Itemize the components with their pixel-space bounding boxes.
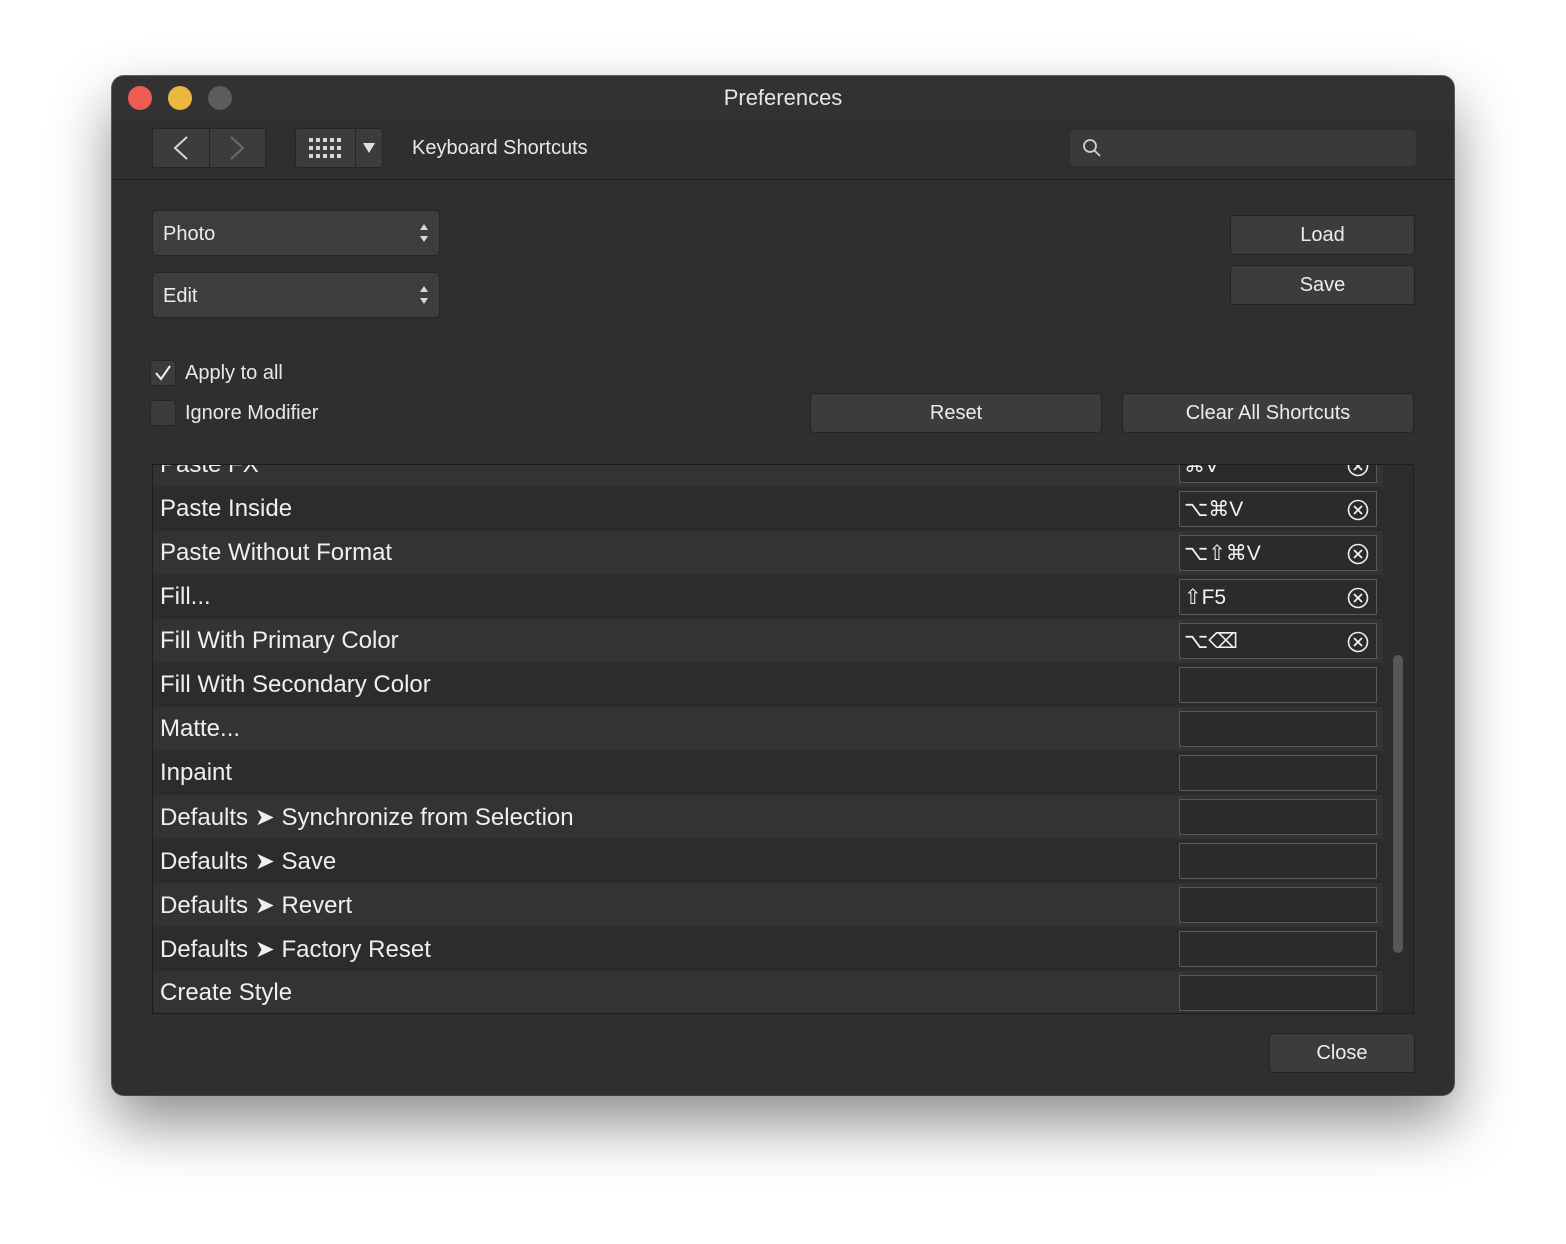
clear-shortcut-icon[interactable] bbox=[1347, 631, 1369, 653]
chevron-right-icon bbox=[230, 136, 245, 160]
shortcut-field[interactable]: ⌥⇧⌘V bbox=[1179, 535, 1377, 571]
shortcut-name: Defaults ➤ Save bbox=[160, 848, 337, 875]
shortcut-row[interactable]: Defaults ➤ Factory Reset bbox=[153, 927, 1383, 971]
ignore-modifier-label: Ignore Modifier bbox=[185, 401, 319, 424]
shortcut-name: Create Style bbox=[160, 979, 293, 1006]
shortcut-name: Matte... bbox=[160, 715, 241, 742]
search-field[interactable] bbox=[1070, 130, 1416, 168]
page-title: Keyboard Shortcuts bbox=[412, 137, 588, 159]
search-icon bbox=[1083, 139, 1101, 157]
triangle-down-icon bbox=[363, 143, 375, 153]
shortcut-field[interactable]: ⌥⌘V bbox=[1179, 491, 1377, 527]
shortcut-row[interactable]: Inpaint bbox=[153, 751, 1383, 795]
shortcut-row[interactable]: Fill With Primary Color ⌥⌫ bbox=[153, 619, 1383, 663]
shortcut-field[interactable] bbox=[1179, 931, 1377, 967]
toolbar: Keyboard Shortcuts bbox=[112, 120, 1454, 180]
back-button[interactable] bbox=[153, 129, 209, 167]
shortcut-keys: ⇧F5 bbox=[1184, 586, 1227, 609]
shortcut-keys: ⌘V bbox=[1184, 464, 1220, 477]
shortcut-row[interactable]: Paste FX ⌘V bbox=[153, 464, 1383, 487]
show-all-dropdown[interactable] bbox=[356, 129, 382, 167]
nav-button-group bbox=[152, 128, 266, 168]
search-input[interactable] bbox=[1110, 130, 1408, 168]
category-select-value: Edit bbox=[163, 285, 198, 307]
shortcut-rows: Paste FX ⌘V Paste Inside ⌥⌘V Paste Without F… bbox=[153, 464, 1383, 1013]
shortcut-row[interactable]: Defaults ➤ Synchronize from Selection bbox=[153, 795, 1383, 839]
apply-to-all-option[interactable]: Apply to all bbox=[150, 358, 283, 388]
shortcut-field[interactable] bbox=[1179, 843, 1377, 879]
ignore-modifier-checkbox[interactable] bbox=[150, 400, 176, 426]
shortcut-row[interactable]: Create Style bbox=[153, 971, 1383, 1013]
shortcut-name: Defaults ➤ Synchronize from Selection bbox=[160, 804, 574, 831]
shortcut-name: Fill With Primary Color bbox=[160, 627, 399, 654]
shortcut-name: Defaults ➤ Revert bbox=[160, 892, 353, 919]
shortcut-row[interactable]: Fill... ⇧F5 bbox=[153, 575, 1383, 619]
shortcut-name: Defaults ➤ Factory Reset bbox=[160, 936, 431, 963]
clear-shortcut-icon[interactable] bbox=[1347, 499, 1369, 521]
shortcut-name: Inpaint bbox=[160, 759, 233, 786]
preferences-window: Preferences Keyboard Shortcuts Photo Edi… bbox=[112, 76, 1454, 1095]
shortcut-field[interactable]: ⌘V bbox=[1179, 464, 1377, 483]
shortcut-keys: ⌥⌘V bbox=[1184, 498, 1244, 521]
forward-button[interactable] bbox=[208, 129, 266, 167]
shortcut-row[interactable]: Fill With Secondary Color bbox=[153, 663, 1383, 707]
apply-to-all-checkbox[interactable] bbox=[150, 360, 176, 386]
ignore-modifier-option[interactable]: Ignore Modifier bbox=[150, 398, 318, 428]
shortcut-field[interactable] bbox=[1179, 711, 1377, 747]
shortcut-field[interactable] bbox=[1179, 799, 1377, 835]
shortcut-list[interactable]: Paste FX ⌘V Paste Inside ⌥⌘V Paste Without F… bbox=[152, 464, 1414, 1014]
clear-shortcut-icon[interactable] bbox=[1347, 464, 1369, 477]
shortcut-field[interactable]: ⇧F5 bbox=[1179, 579, 1377, 615]
shortcut-name: Fill... bbox=[160, 583, 211, 610]
shortcut-keys: ⌥⌫ bbox=[1184, 630, 1238, 653]
app-select[interactable]: Photo bbox=[152, 210, 440, 256]
clear-all-shortcuts-button[interactable]: Clear All Shortcuts bbox=[1122, 393, 1414, 433]
shortcut-row[interactable]: Defaults ➤ Revert bbox=[153, 883, 1383, 927]
shortcut-name: Paste Inside bbox=[160, 495, 293, 522]
shortcut-row[interactable]: Matte... bbox=[153, 707, 1383, 751]
shortcut-name: Fill With Secondary Color bbox=[160, 671, 431, 698]
title-bar: Preferences bbox=[112, 76, 1454, 120]
shortcut-field[interactable]: ⌥⌫ bbox=[1179, 623, 1377, 659]
save-button[interactable]: Save bbox=[1230, 265, 1415, 305]
shortcut-row[interactable]: Paste Inside ⌥⌘V bbox=[153, 487, 1383, 531]
shortcut-field[interactable] bbox=[1179, 667, 1377, 703]
scrollbar-thumb[interactable] bbox=[1393, 655, 1403, 953]
shortcut-field[interactable] bbox=[1179, 975, 1377, 1011]
shortcut-row[interactable]: Defaults ➤ Save bbox=[153, 839, 1383, 883]
up-down-arrows-icon bbox=[420, 286, 428, 304]
up-down-arrows-icon bbox=[420, 224, 428, 242]
chevron-left-icon bbox=[173, 136, 188, 160]
checkmark-icon bbox=[155, 365, 171, 381]
close-button[interactable]: Close bbox=[1269, 1033, 1415, 1073]
show-all-button[interactable] bbox=[296, 129, 356, 167]
shortcut-field[interactable] bbox=[1179, 755, 1377, 791]
shortcut-row[interactable]: Paste Without Format ⌥⇧⌘V bbox=[153, 531, 1383, 575]
shortcut-name: Paste Without Format bbox=[160, 539, 393, 566]
load-button[interactable]: Load bbox=[1230, 215, 1415, 255]
reset-button[interactable]: Reset bbox=[810, 393, 1102, 433]
apply-to-all-label: Apply to all bbox=[185, 361, 283, 384]
clear-shortcut-icon[interactable] bbox=[1347, 587, 1369, 609]
window-title: Preferences bbox=[723, 85, 843, 110]
grid-icon bbox=[308, 138, 341, 158]
shortcut-field[interactable] bbox=[1179, 887, 1377, 923]
show-all-group bbox=[295, 128, 383, 168]
app-select-value: Photo bbox=[163, 223, 216, 245]
shortcut-keys: ⌥⇧⌘V bbox=[1184, 542, 1261, 565]
shortcut-name: Paste FX bbox=[160, 464, 259, 478]
clear-shortcut-icon[interactable] bbox=[1347, 543, 1369, 565]
category-select[interactable]: Edit bbox=[152, 272, 440, 318]
